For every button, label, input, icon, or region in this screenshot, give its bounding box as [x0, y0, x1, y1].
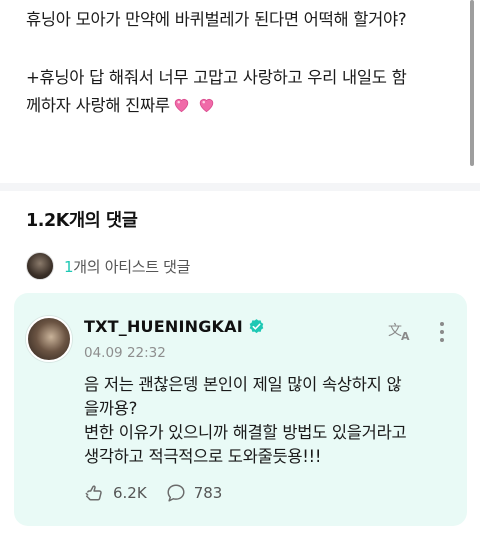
- sparkling-heart-icon: [199, 98, 214, 113]
- comment-author-row: TXT_HUENINGKAI: [84, 317, 265, 336]
- reply-bubble-icon: [167, 484, 185, 502]
- artist-comment-card: TXT_HUENINGKAI 04.09 22:32 文 A 음 저는 괜찮은뎅…: [14, 293, 467, 526]
- svg-text:A: A: [401, 330, 410, 342]
- comment-line: 을까용?: [84, 399, 138, 418]
- more-options-icon[interactable]: [438, 321, 446, 343]
- comment-line: 변한 이유가 있으니까 해결할 방법도 있을거라고: [84, 423, 407, 442]
- post-line: +휴닝아 답 해줘서 너무 고맙고 사랑하고 우리 내일도 함: [26, 68, 407, 87]
- avatar[interactable]: [26, 316, 72, 362]
- post-line: 께하자 사랑해 진짜루: [26, 92, 466, 120]
- post-line: 휴닝아 모아가 만약에 바퀴벌레가 된다면 어떡해 할거야?: [26, 10, 407, 29]
- comment-date: 04.09 22:32: [84, 345, 166, 361]
- verified-badge-icon: [249, 319, 264, 334]
- sparkling-heart-icon: [174, 98, 189, 113]
- comment-author[interactable]: TXT_HUENINGKAI: [84, 317, 243, 336]
- like-button[interactable]: 6.2K: [84, 482, 147, 504]
- svg-text:文: 文: [388, 323, 402, 339]
- translate-icon[interactable]: 文 A: [387, 320, 413, 342]
- reply-count: 783: [193, 484, 223, 502]
- artist-avatar: [26, 252, 54, 280]
- artist-comments-link[interactable]: 1개의 아티스트 댓글: [26, 252, 190, 280]
- artist-comments-count: 1: [64, 257, 74, 276]
- comment-body: 음 저는 괜찮은뎅 본인이 제일 많이 속상하지 않 을까용? 변한 이유가 있…: [84, 373, 459, 469]
- comment-actions: 6.2K 783: [84, 482, 240, 504]
- post-body: 휴닝아 모아가 만약에 바퀴벌레가 된다면 어떡해 할거야? +휴닝아 답 해줘…: [26, 6, 466, 120]
- comments-count-title: 1.2K개의 댓글: [26, 211, 138, 231]
- artist-comments-text: 개의 아티스트 댓글: [73, 257, 191, 276]
- cheer-like-icon: [85, 485, 102, 501]
- post-line-text: 께하자 사랑해 진짜루: [26, 96, 170, 115]
- comment-line: 음 저는 괜찮은뎅 본인이 제일 많이 속상하지 않: [84, 375, 402, 394]
- reply-button[interactable]: 783: [165, 482, 223, 504]
- scrollbar[interactable]: [470, 0, 474, 166]
- artist-comments-label: 1개의 아티스트 댓글: [64, 256, 190, 277]
- section-divider: [0, 183, 480, 191]
- like-count: 6.2K: [113, 484, 147, 502]
- comment-line: 생각하고 적극적으로 도와줄듯용!!!: [84, 447, 322, 466]
